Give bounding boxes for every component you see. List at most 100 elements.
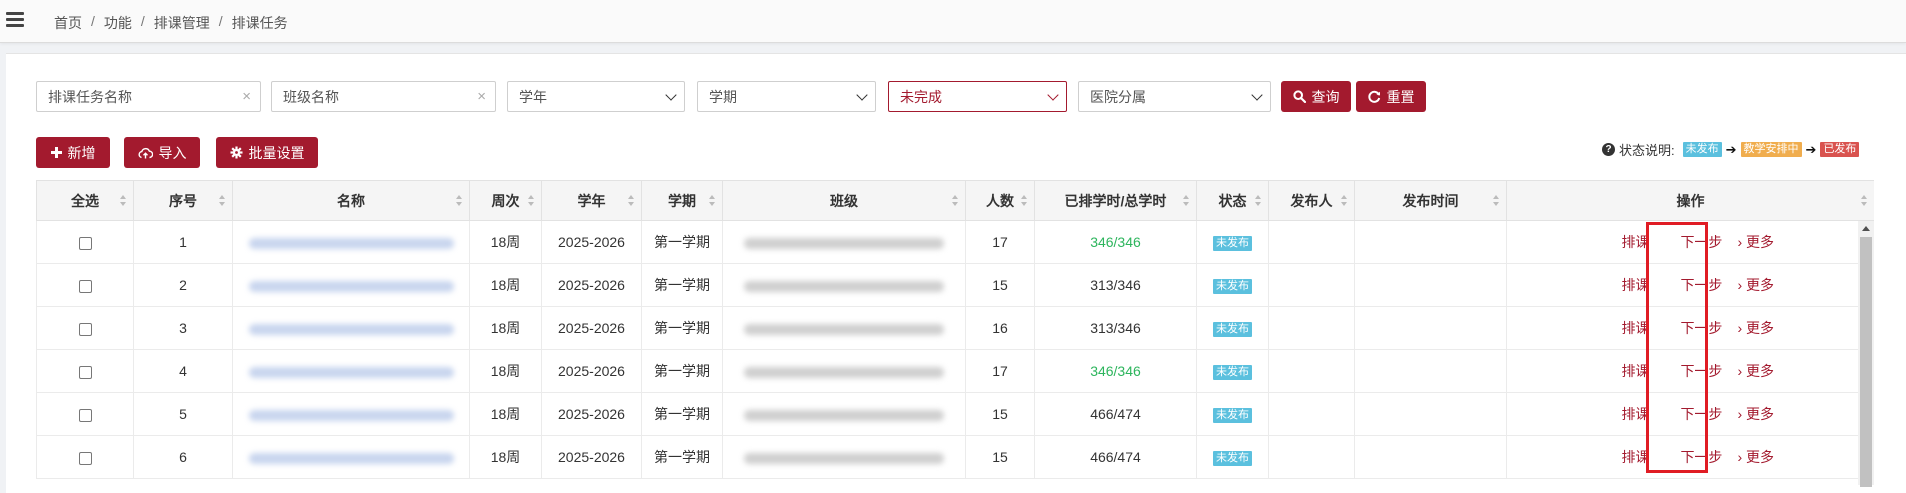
cell-actions: 排课 下一步 › 更多 bbox=[1506, 349, 1874, 393]
next-step-link[interactable]: 下一步 bbox=[1671, 404, 1731, 424]
sort-icon[interactable] bbox=[1255, 195, 1262, 207]
row-checkbox[interactable] bbox=[78, 451, 92, 465]
sort-icon[interactable] bbox=[219, 195, 226, 207]
header-class[interactable]: 班级 bbox=[722, 180, 966, 221]
table-row: 4 18周 2025-2026 第一学期 17 346/346 未发布 排课 下一步 › 更多 bbox=[36, 349, 1874, 393]
term-select[interactable]: 学期 bbox=[697, 81, 876, 112]
sort-icon[interactable] bbox=[1021, 195, 1028, 207]
header-name[interactable]: 名称 bbox=[232, 180, 470, 221]
menu-icon[interactable] bbox=[6, 12, 24, 28]
cell-status: 未发布 bbox=[1196, 349, 1269, 393]
batch-settings-button[interactable]: 批量设置 bbox=[216, 137, 318, 168]
header-year[interactable]: 学年 bbox=[541, 180, 642, 221]
year-select[interactable]: 学年 bbox=[507, 81, 685, 112]
cell-weeks: 18周 bbox=[469, 220, 542, 264]
sort-icon[interactable] bbox=[709, 195, 716, 207]
header-publisher[interactable]: 发布人 bbox=[1268, 180, 1355, 221]
row-checkbox[interactable] bbox=[78, 236, 92, 250]
blurred-name bbox=[248, 237, 454, 249]
more-link[interactable]: › 更多 bbox=[1737, 318, 1774, 338]
row-checkbox[interactable] bbox=[78, 365, 92, 379]
header-publish-time[interactable]: 发布时间 bbox=[1354, 180, 1507, 221]
more-link[interactable]: › 更多 bbox=[1737, 404, 1774, 424]
class-name-field[interactable]: × bbox=[271, 81, 496, 112]
header-select-all[interactable]: 全选 bbox=[36, 180, 134, 221]
import-button[interactable]: 导入 bbox=[124, 137, 200, 168]
header-index[interactable]: 序号 bbox=[133, 180, 233, 221]
sort-icon[interactable] bbox=[1341, 195, 1348, 207]
cell-hours: 346/346 bbox=[1034, 220, 1197, 264]
schedule-link[interactable]: 排课 bbox=[1621, 404, 1649, 424]
header-weeks[interactable]: 周次 bbox=[469, 180, 542, 221]
cell-name[interactable] bbox=[232, 220, 470, 264]
next-step-link[interactable]: 下一步 bbox=[1671, 361, 1731, 381]
breadcrumb-home[interactable]: 首页 bbox=[54, 13, 82, 33]
breadcrumb-schedule-management[interactable]: 排课管理 bbox=[154, 13, 210, 33]
next-step-link[interactable]: 下一步 bbox=[1671, 232, 1731, 252]
header-count[interactable]: 人数 bbox=[965, 180, 1035, 221]
row-checkbox-cell bbox=[36, 435, 134, 479]
task-table-container: 全选 序号 名称 周次 学年 学期 班级 人数 已排学时/总学时 状态 发布人 … bbox=[36, 180, 1874, 485]
hospital-select[interactable]: 医院分属 bbox=[1078, 81, 1271, 112]
row-checkbox[interactable] bbox=[78, 279, 92, 293]
query-button[interactable]: 查询 bbox=[1281, 81, 1351, 112]
cell-hours: 313/346 bbox=[1034, 263, 1197, 307]
breadcrumb-separator: / bbox=[91, 13, 95, 29]
cell-hours: 466/474 bbox=[1034, 435, 1197, 479]
sort-icon[interactable] bbox=[120, 195, 127, 207]
sort-icon[interactable] bbox=[528, 195, 535, 207]
cell-name[interactable] bbox=[232, 306, 470, 350]
class-name-input[interactable] bbox=[283, 88, 495, 105]
row-checkbox[interactable] bbox=[78, 408, 92, 422]
task-name-field[interactable]: × bbox=[36, 81, 261, 112]
header-status[interactable]: 状态 bbox=[1196, 180, 1269, 221]
batch-settings-button-label: 批量设置 bbox=[248, 144, 305, 161]
top-bar: 首页 / 功能 / 排课管理 / 排课任务 bbox=[0, 0, 1906, 43]
cell-year: 2025-2026 bbox=[541, 263, 642, 307]
sort-icon[interactable] bbox=[1183, 195, 1190, 207]
sort-icon[interactable] bbox=[1861, 195, 1868, 207]
scroll-up-icon[interactable] bbox=[1862, 226, 1870, 231]
cell-index: 1 bbox=[133, 220, 233, 264]
header-term[interactable]: 学期 bbox=[641, 180, 723, 221]
schedule-link[interactable]: 排课 bbox=[1621, 232, 1649, 252]
sort-icon[interactable] bbox=[952, 195, 959, 207]
scrollbar-thumb[interactable] bbox=[1860, 237, 1872, 487]
cell-name[interactable] bbox=[232, 435, 470, 479]
cell-name[interactable] bbox=[232, 392, 470, 436]
term-select-value: 学期 bbox=[709, 88, 737, 105]
cell-publish-time bbox=[1354, 392, 1507, 436]
more-link[interactable]: › 更多 bbox=[1737, 232, 1774, 252]
next-step-link[interactable]: 下一步 bbox=[1671, 447, 1731, 467]
cell-year: 2025-2026 bbox=[541, 435, 642, 479]
schedule-link[interactable]: 排课 bbox=[1621, 361, 1649, 381]
next-step-link[interactable]: 下一步 bbox=[1671, 275, 1731, 295]
cell-name[interactable] bbox=[232, 349, 470, 393]
hospital-select-value: 医院分属 bbox=[1090, 88, 1146, 105]
schedule-link[interactable]: 排课 bbox=[1621, 275, 1649, 295]
cell-publish-time bbox=[1354, 306, 1507, 350]
schedule-link[interactable]: 排课 bbox=[1621, 318, 1649, 338]
legend-badge-unpublished: 未发布 bbox=[1682, 142, 1722, 157]
add-button[interactable]: 新增 bbox=[36, 137, 110, 168]
clear-icon[interactable]: × bbox=[242, 88, 251, 105]
row-checkbox[interactable] bbox=[78, 322, 92, 336]
sort-icon[interactable] bbox=[1493, 195, 1500, 207]
schedule-link[interactable]: 排课 bbox=[1621, 447, 1649, 467]
breadcrumb-function[interactable]: 功能 bbox=[104, 13, 132, 33]
clear-icon[interactable]: × bbox=[477, 88, 486, 105]
next-step-link[interactable]: 下一步 bbox=[1671, 318, 1731, 338]
more-link[interactable]: › 更多 bbox=[1737, 275, 1774, 295]
breadcrumb: 首页 / 功能 / 排课管理 / 排课任务 bbox=[54, 13, 288, 33]
status-select[interactable]: 未完成 bbox=[888, 81, 1067, 112]
sort-icon[interactable] bbox=[456, 195, 463, 207]
reset-button[interactable]: 重置 bbox=[1356, 81, 1426, 112]
header-hours[interactable]: 已排学时/总学时 bbox=[1034, 180, 1197, 221]
table-scrollbar[interactable] bbox=[1858, 221, 1874, 487]
sort-icon[interactable] bbox=[628, 195, 635, 207]
task-name-input[interactable] bbox=[48, 88, 260, 105]
more-link[interactable]: › 更多 bbox=[1737, 447, 1774, 467]
more-link[interactable]: › 更多 bbox=[1737, 361, 1774, 381]
cell-name[interactable] bbox=[232, 263, 470, 307]
chevron-down-icon bbox=[1251, 89, 1263, 101]
